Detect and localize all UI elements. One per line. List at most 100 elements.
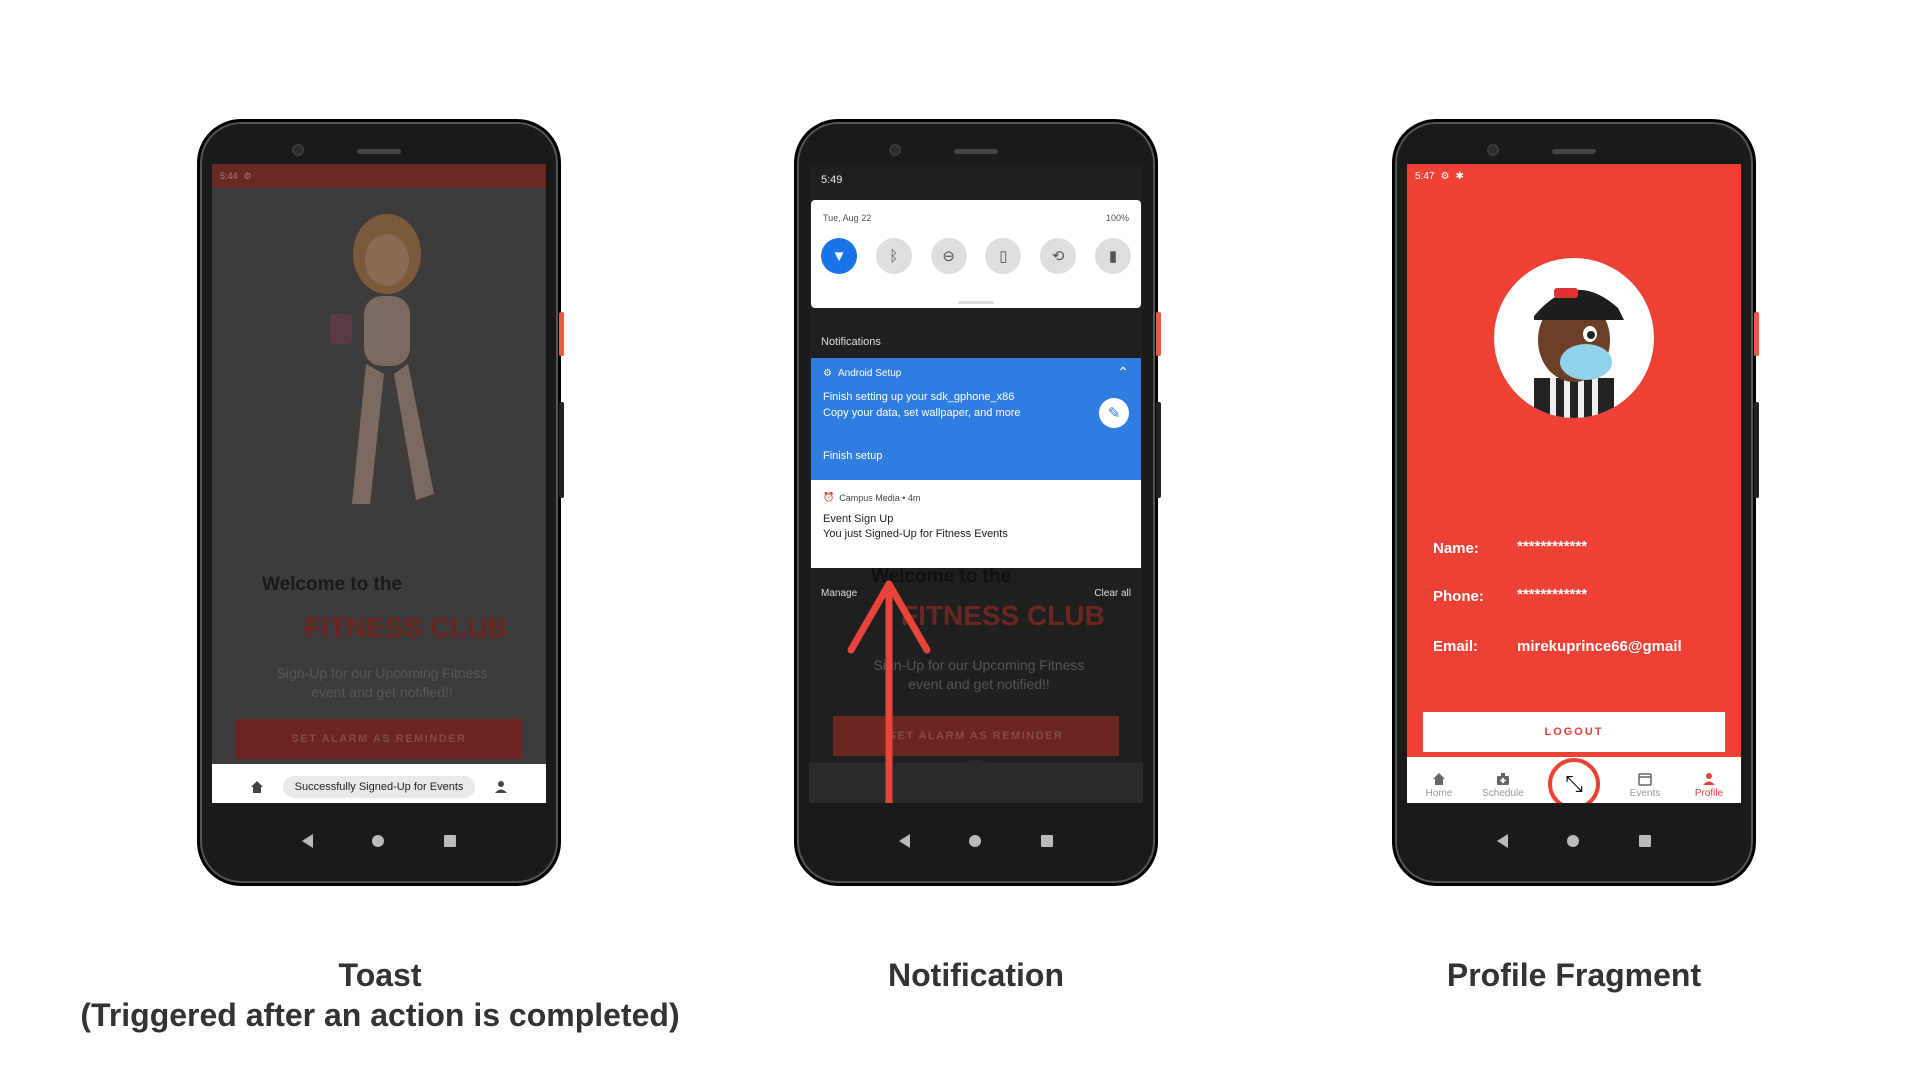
fitness-character-illustration <box>330 214 434 504</box>
recents-icon[interactable] <box>444 835 457 847</box>
email-value: mirekuprince66@gmail <box>1517 638 1682 655</box>
toast-screen: 5:44 ⚙ Welcome to the FITNESS CLUB Sign-… <box>212 164 546 803</box>
volume-button <box>1156 402 1161 498</box>
nav-home-label: Home <box>1425 788 1453 799</box>
phone-profile: 5:47 ⚙ ✱ Name: ************ Phone: *****… <box>1392 119 1759 886</box>
quick-settings-panel: Tue, Aug 22 100% ▼ ᛒ ⊖ ▯ ⟲ ▮ <box>811 200 1141 308</box>
event-app-name: Campus Media • 4m <box>839 492 921 503</box>
earpiece <box>1552 149 1596 154</box>
qs-date: Tue, Aug 22 <box>823 213 872 223</box>
home-circle-icon[interactable] <box>1567 835 1580 847</box>
nav-events[interactable]: Events <box>1617 772 1673 799</box>
caption-notification: Notification <box>888 957 1064 993</box>
nav-profile-label: Profile <box>1694 788 1724 799</box>
front-camera <box>1487 144 1499 156</box>
battery-saver-icon[interactable]: ▮ <box>1094 238 1131 274</box>
volume-button <box>1754 402 1759 498</box>
status-bar: 5:44 ⚙ <box>212 164 546 188</box>
profile-screen: 5:47 ⚙ ✱ Name: ************ Phone: *****… <box>1407 164 1741 803</box>
nav-home[interactable]: Home <box>1411 772 1467 799</box>
home-circle-icon[interactable] <box>969 835 982 847</box>
recents-icon[interactable] <box>1639 835 1652 847</box>
do-not-disturb-icon[interactable]: ⊖ <box>930 238 967 274</box>
event-title: Event Sign Up <box>823 513 894 525</box>
calendar-icon <box>1638 773 1652 786</box>
phone-label: Phone: <box>1433 588 1484 605</box>
setup-app-row: ⚙ Android Setup <box>823 368 1129 379</box>
auto-rotate-icon[interactable]: ⟲ <box>1040 238 1077 274</box>
back-icon[interactable] <box>301 834 313 848</box>
setup-line-2: Copy your data, set wallpaper, and more <box>823 407 1021 419</box>
qs-battery: 100% <box>1105 213 1129 223</box>
drag-handle[interactable] <box>958 301 994 304</box>
status-time: 5:47 <box>1415 170 1435 182</box>
flashlight-icon[interactable]: ▯ <box>985 238 1022 274</box>
name-value: ************ <box>1517 538 1588 555</box>
status-time: 5:49 <box>821 174 843 186</box>
email-label: Email: <box>1433 638 1479 655</box>
medical-bag-icon <box>1497 773 1509 785</box>
clear-all-button[interactable]: Clear all <box>1094 588 1131 599</box>
notification-screen: 5:49 Welcome to the FITNESS CLUB Sign-Up… <box>809 164 1143 803</box>
gear-icon: ⚙ <box>1440 170 1450 182</box>
expand-fab-icon[interactable]: ⤡ <box>1548 758 1600 803</box>
power-button <box>1754 312 1759 356</box>
caption-toast: Toast (Triggered after an action is comp… <box>40 955 720 1035</box>
home-icon[interactable] <box>250 780 264 794</box>
caption-profile: Profile Fragment <box>1446 957 1702 993</box>
nav-events-label: Events <box>1629 788 1661 799</box>
setup-line-1: Finish setting up your sdk_gphone_x86 <box>823 391 1015 403</box>
subtitle-line-2: event and get notified!! <box>311 684 453 700</box>
caption-toast-title: Toast <box>338 957 422 993</box>
nav-profile[interactable]: Profile <box>1681 772 1737 799</box>
front-camera <box>292 144 304 156</box>
system-nav-bar <box>212 821 546 861</box>
logout-button[interactable]: LOGOUT <box>1423 712 1725 752</box>
bug-icon: ✱ <box>1455 170 1464 182</box>
subtitle-line-1: Sign-Up for our Upcoming Fitness <box>276 665 488 681</box>
front-camera <box>889 144 901 156</box>
nav-schedule-label: Schedule <box>1482 788 1524 799</box>
power-button <box>559 312 564 356</box>
back-icon[interactable] <box>1496 834 1508 848</box>
avatar <box>1494 258 1654 418</box>
swipe-up-arrow-icon <box>847 580 931 803</box>
back-icon[interactable] <box>898 834 910 848</box>
power-button <box>1156 312 1161 356</box>
phone-toast: 5:44 ⚙ Welcome to the FITNESS CLUB Sign-… <box>197 119 564 886</box>
phone-notification: 5:49 Welcome to the FITNESS CLUB Sign-Up… <box>794 119 1161 886</box>
toast-message: Successfully Signed-Up for Events <box>282 775 476 798</box>
setup-notification[interactable]: ⚙ Android Setup ⌃ Finish setting up your… <box>811 358 1141 480</box>
magic-wand-icon: ✎ <box>1099 398 1129 428</box>
bluetooth-icon[interactable]: ᛒ <box>875 238 912 274</box>
event-app-row: ⏰ Campus Media • 4m <box>823 492 1129 503</box>
event-notification[interactable]: ⏰ Campus Media • 4m Event Sign Up You ju… <box>811 480 1141 568</box>
notifications-header: Notifications <box>821 336 881 348</box>
phone-value: ************ <box>1517 586 1588 603</box>
setup-app-name: Android Setup <box>837 368 902 379</box>
status-time: 5:44 <box>220 171 238 181</box>
profile-icon[interactable] <box>494 780 508 794</box>
name-label: Name: <box>1433 540 1479 557</box>
alarm-bell-icon: ⏰ <box>823 492 835 502</box>
quick-settings-row: ▼ ᛒ ⊖ ▯ ⟲ ▮ <box>821 238 1131 274</box>
gear-icon: ⚙ <box>823 368 832 379</box>
earpiece <box>954 149 998 154</box>
caption-toast-subtitle: (Triggered after an action is completed) <box>80 997 680 1033</box>
home-icon <box>1433 773 1445 785</box>
finish-setup-action[interactable]: Finish setup <box>823 450 882 462</box>
set-alarm-button[interactable]: SET ALARM AS REMINDER <box>236 719 522 759</box>
volume-button <box>559 402 564 498</box>
welcome-text: Welcome to the <box>262 574 403 595</box>
avatar-illustration <box>1534 288 1624 418</box>
status-bar: 5:47 ⚙ ✱ <box>1407 164 1741 188</box>
wifi-icon[interactable]: ▼ <box>821 238 857 274</box>
event-body: You just Signed-Up for Fitness Events <box>823 528 1008 540</box>
nav-schedule[interactable]: Schedule <box>1475 772 1531 799</box>
chevron-up-icon[interactable]: ⌃ <box>1117 364 1129 381</box>
recents-icon[interactable] <box>1041 835 1054 847</box>
person-icon <box>1703 773 1715 785</box>
bottom-nav: Successfully Signed-Up for Events <box>212 764 546 803</box>
club-title: FITNESS CLUB <box>304 612 508 643</box>
home-circle-icon[interactable] <box>372 835 385 847</box>
